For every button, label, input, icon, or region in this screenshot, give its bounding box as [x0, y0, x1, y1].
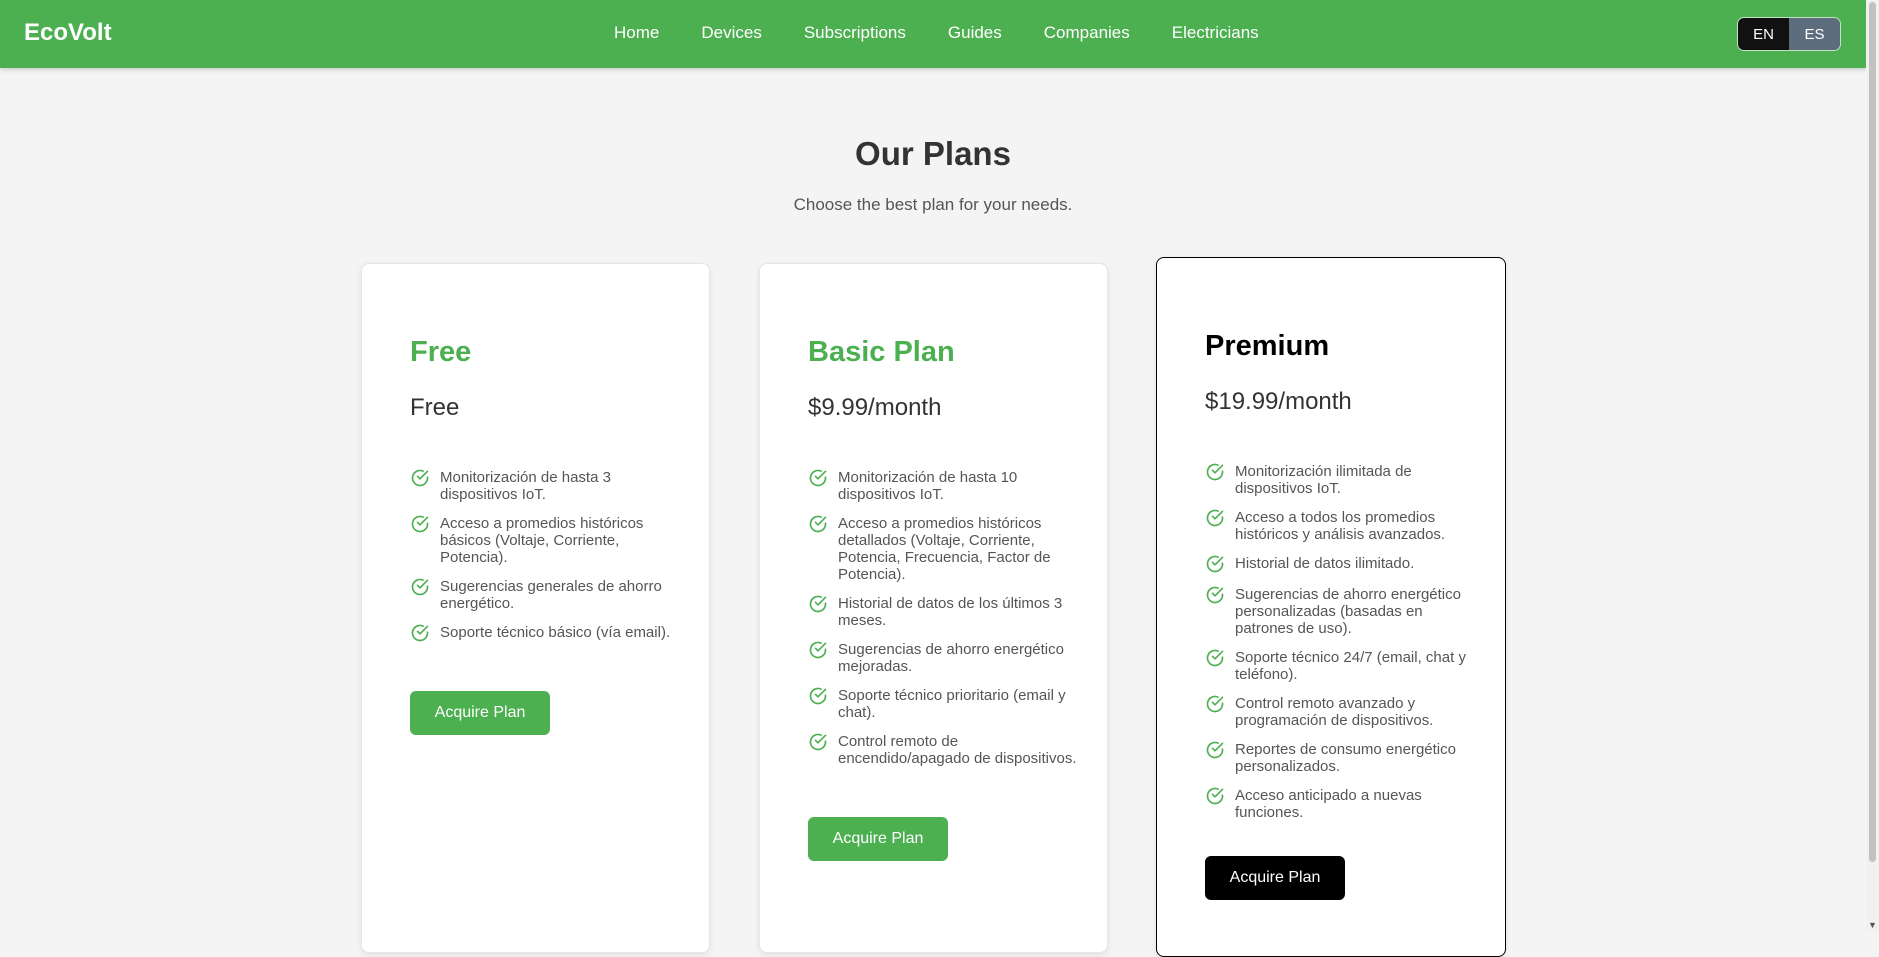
check-circle-icon [411, 578, 429, 596]
feature-text: Reportes de consumo energético personali… [1235, 741, 1456, 775]
brand-logo[interactable]: EcoVolt [24, 19, 112, 47]
plan-name: Basic Plan [808, 336, 955, 368]
nav-companies[interactable]: Companies [1044, 23, 1130, 43]
check-circle-icon [1206, 695, 1224, 713]
feature-text: Monitorización de hasta 10 dispositivos … [838, 469, 1018, 503]
page-scrollbar[interactable]: ▼ [1866, 0, 1879, 932]
check-circle-icon [809, 515, 827, 533]
plan-card-free: Free Free Monitorización de hasta 3 disp… [361, 263, 710, 953]
feature-text: Historial de datos de los últimos 3 mese… [838, 595, 1063, 629]
check-circle-icon [411, 624, 429, 642]
check-circle-icon [1206, 741, 1224, 759]
feature-list: Monitorización de hasta 10 dispositivos … [808, 469, 1078, 779]
lang-es-button[interactable]: ES [1789, 18, 1840, 50]
acquire-plan-button[interactable]: Acquire Plan [1205, 856, 1345, 900]
feature-item: Historial de datos ilimitado. [1205, 555, 1475, 574]
feature-item: Acceso a promedios históricos básicos (V… [410, 515, 680, 566]
feature-item: Control remoto de encendido/apagado de d… [808, 733, 1078, 767]
feature-item: Sugerencias generales de ahorro energéti… [410, 578, 680, 612]
plan-card-premium: Premium $19.99/month Monitorización ilim… [1156, 257, 1506, 957]
feature-item: Acceso a promedios históricos detallados… [808, 515, 1078, 583]
feature-item: Sugerencias de ahorro energético persona… [1205, 586, 1475, 637]
feature-text: Sugerencias de ahorro energético persona… [1235, 586, 1461, 637]
feature-text: Acceso anticipado a nuevas funciones. [1235, 787, 1422, 821]
feature-item: Reportes de consumo energético personali… [1205, 741, 1475, 775]
check-circle-icon [1206, 463, 1224, 481]
feature-item: Acceso anticipado a nuevas funciones. [1205, 787, 1475, 821]
feature-list: Monitorización de hasta 3 dispositivos I… [410, 469, 680, 655]
plan-price: Free [410, 394, 460, 421]
feature-item: Monitorización ilimitada de dispositivos… [1205, 463, 1475, 497]
nav-devices[interactable]: Devices [701, 23, 761, 43]
feature-item: Historial de datos de los últimos 3 mese… [808, 595, 1078, 629]
plan-name: Free [410, 336, 472, 368]
plan-price: $9.99/month [808, 394, 942, 421]
check-circle-icon [1206, 787, 1224, 805]
feature-text: Monitorización ilimitada de dispositivos… [1235, 463, 1412, 497]
check-circle-icon [809, 687, 827, 705]
check-circle-icon [809, 733, 827, 751]
feature-text: Soporte técnico básico (vía email). [440, 624, 671, 641]
feature-item: Acceso a todos los promedios históricos … [1205, 509, 1475, 543]
feature-text: Control remoto avanzado y programación d… [1235, 695, 1434, 729]
feature-item: Soporte técnico básico (vía email). [410, 624, 680, 643]
feature-item: Soporte técnico 24/7 (email, chat y telé… [1205, 649, 1475, 683]
feature-item: Soporte técnico prioritario (email y cha… [808, 687, 1078, 721]
acquire-plan-button[interactable]: Acquire Plan [808, 817, 948, 861]
plan-card-basic: Basic Plan $9.99/month Monitorización de… [759, 263, 1108, 953]
feature-item: Control remoto avanzado y programación d… [1205, 695, 1475, 729]
feature-text: Monitorización de hasta 3 dispositivos I… [440, 469, 611, 503]
page-title: Our Plans [855, 135, 1011, 172]
nav-subscriptions[interactable]: Subscriptions [804, 23, 906, 43]
feature-text: Soporte técnico 24/7 (email, chat y telé… [1235, 649, 1466, 683]
feature-text: Soporte técnico prioritario (email y cha… [838, 687, 1066, 721]
feature-list: Monitorización ilimitada de dispositivos… [1205, 463, 1475, 833]
nav-electricians[interactable]: Electricians [1172, 23, 1259, 43]
page-subtitle: Choose the best plan for your needs. [793, 195, 1073, 214]
feature-text: Sugerencias generales de ahorro energéti… [440, 578, 662, 612]
check-circle-icon [411, 469, 429, 487]
feature-item: Monitorización de hasta 3 dispositivos I… [410, 469, 680, 503]
scrollbar-thumb[interactable] [1869, 2, 1876, 862]
feature-text: Control remoto de encendido/apagado de d… [838, 733, 1077, 767]
check-circle-icon [1206, 586, 1224, 604]
top-navbar: EcoVolt Home Devices Subscriptions Guide… [0, 0, 1866, 68]
nav-guides[interactable]: Guides [948, 23, 1002, 43]
check-circle-icon [809, 595, 827, 613]
check-circle-icon [1206, 555, 1224, 573]
plan-price: $19.99/month [1205, 388, 1352, 415]
check-circle-icon [411, 515, 429, 533]
check-circle-icon [809, 641, 827, 659]
nav-links: Home Devices Subscriptions Guides Compan… [614, 23, 1301, 43]
feature-text: Acceso a promedios históricos detallados… [838, 515, 1051, 583]
feature-text: Acceso a promedios históricos básicos (V… [440, 515, 644, 566]
feature-text: Acceso a todos los promedios históricos … [1235, 509, 1446, 543]
check-circle-icon [1206, 509, 1224, 527]
check-circle-icon [1206, 649, 1224, 667]
feature-text: Historial de datos ilimitado. [1235, 555, 1415, 572]
check-circle-icon [809, 469, 827, 487]
scroll-down-icon[interactable]: ▼ [1868, 920, 1877, 930]
lang-en-button[interactable]: EN [1738, 18, 1789, 50]
nav-home[interactable]: Home [614, 23, 659, 43]
acquire-plan-button[interactable]: Acquire Plan [410, 691, 550, 735]
plan-name: Premium [1205, 330, 1330, 362]
feature-text: Sugerencias de ahorro energético mejorad… [838, 641, 1064, 675]
language-toggle: EN ES [1737, 17, 1841, 51]
feature-item: Monitorización de hasta 10 dispositivos … [808, 469, 1078, 503]
feature-item: Sugerencias de ahorro energético mejorad… [808, 641, 1078, 675]
